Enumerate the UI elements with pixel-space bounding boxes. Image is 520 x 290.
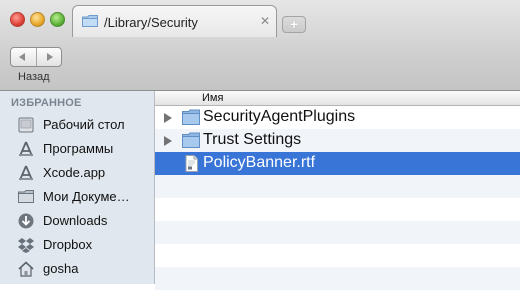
sidebar-item-downloads[interactable]: Downloads bbox=[0, 209, 154, 233]
close-window-button[interactable] bbox=[10, 12, 25, 27]
sidebar-section-favorites: ИЗБРАННОЕ bbox=[11, 97, 82, 109]
disclosure-triangle-icon[interactable] bbox=[164, 136, 172, 146]
file-list: Имя SecurityAgentPlugins Trust Settings … bbox=[155, 91, 520, 290]
zoom-window-button[interactable] bbox=[50, 12, 65, 27]
tab-library-security[interactable]: /Library/Security ✕ bbox=[72, 5, 277, 37]
home-icon bbox=[18, 261, 34, 277]
applications-icon bbox=[19, 165, 33, 181]
empty-row bbox=[155, 244, 520, 267]
sidebar-item-home[interactable]: gosha bbox=[0, 257, 154, 281]
disclosure-triangle-icon[interactable] bbox=[164, 113, 172, 123]
back-button[interactable] bbox=[11, 48, 36, 66]
sidebar-item-documents[interactable]: Мои Докуме… bbox=[0, 185, 154, 209]
column-header-label: Имя bbox=[202, 92, 224, 104]
list-item[interactable]: SecurityAgentPlugins bbox=[155, 106, 520, 129]
desktop-icon bbox=[18, 117, 34, 133]
applications-icon bbox=[19, 141, 33, 157]
dropbox-icon bbox=[18, 238, 34, 253]
forward-arrow-icon bbox=[46, 53, 53, 61]
back-arrow-icon bbox=[19, 53, 25, 61]
sidebar-item-desktop[interactable]: Рабочий стол bbox=[0, 113, 154, 137]
sidebar: ИЗБРАННОЕ Рабочий стол Программы Xcode.a… bbox=[0, 91, 155, 284]
file-name: Trust Settings bbox=[203, 131, 302, 148]
back-forward-control bbox=[10, 47, 62, 67]
folder-icon bbox=[182, 109, 200, 125]
folder-icon bbox=[182, 132, 200, 148]
file-name: SecurityAgentPlugins bbox=[203, 108, 356, 125]
window-titlebar: /Library/Security ✕ + Назад bbox=[0, 0, 520, 91]
empty-row bbox=[155, 175, 520, 198]
empty-row bbox=[155, 221, 520, 244]
folder-icon bbox=[18, 190, 34, 203]
sidebar-item-applications[interactable]: Программы bbox=[0, 137, 154, 161]
list-item[interactable]: Trust Settings bbox=[155, 129, 520, 152]
folder-icon bbox=[82, 15, 98, 27]
downloads-icon bbox=[18, 213, 34, 229]
new-tab-button[interactable]: + bbox=[282, 16, 306, 33]
sidebar-item-xcode[interactable]: Xcode.app bbox=[0, 161, 154, 185]
list-item-selected[interactable]: PolicyBanner.rtf bbox=[155, 152, 520, 175]
back-label: Назад bbox=[18, 71, 50, 83]
rtf-document-icon bbox=[185, 155, 198, 172]
empty-row bbox=[155, 267, 520, 290]
file-name: PolicyBanner.rtf bbox=[203, 154, 316, 171]
close-tab-icon[interactable]: ✕ bbox=[258, 14, 272, 28]
forward-button[interactable] bbox=[35, 48, 62, 66]
minimize-window-button[interactable] bbox=[30, 12, 45, 27]
sidebar-item-dropbox[interactable]: Dropbox bbox=[0, 233, 154, 257]
column-header-name[interactable]: Имя bbox=[155, 91, 520, 106]
tab-title: /Library/Security bbox=[104, 15, 198, 30]
empty-row bbox=[155, 198, 520, 221]
